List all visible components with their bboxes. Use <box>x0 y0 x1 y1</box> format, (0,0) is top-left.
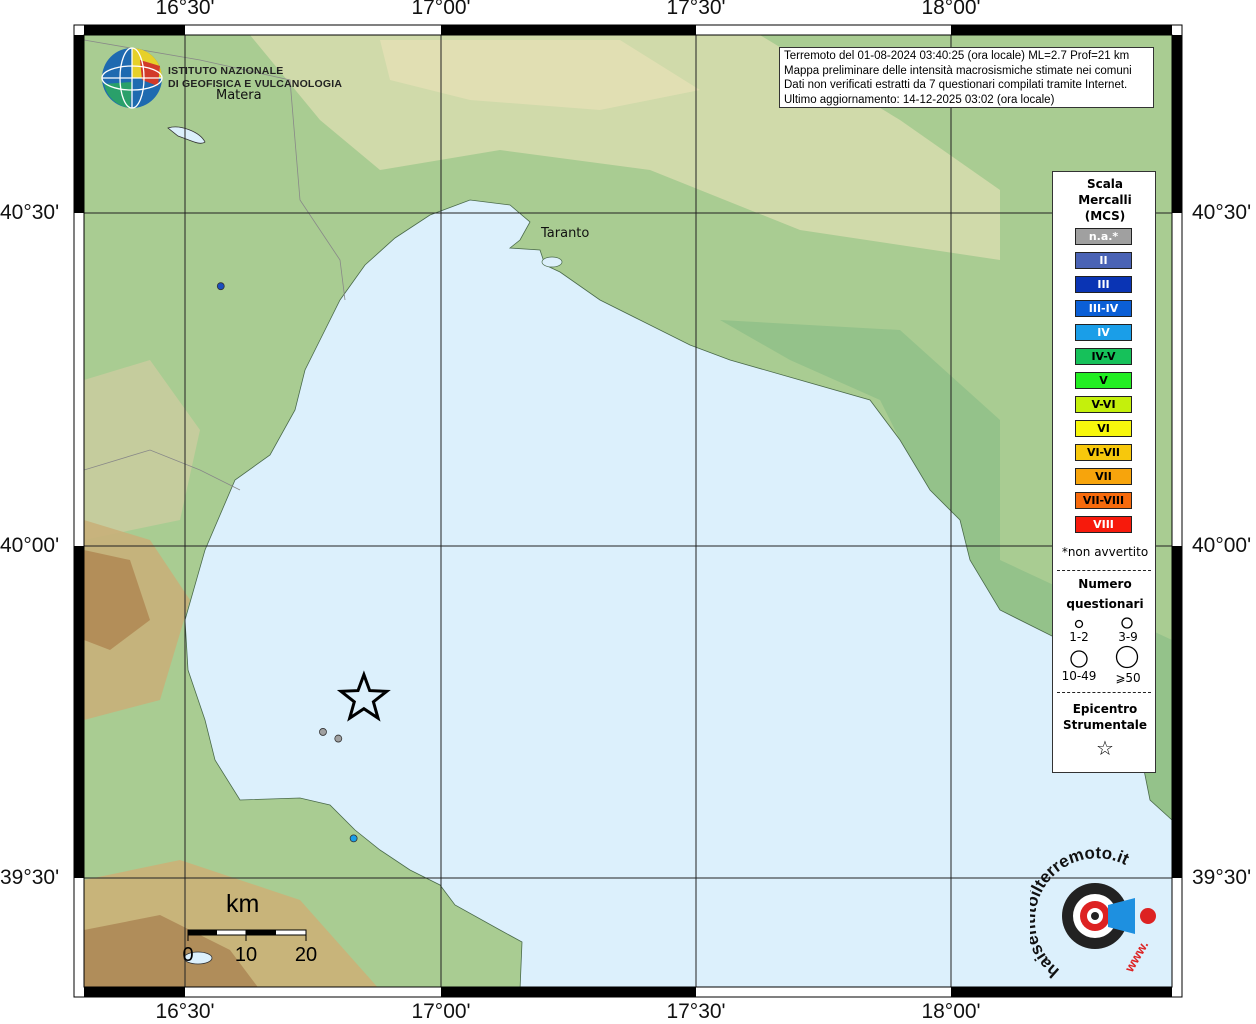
intensity-legend: Scala Mercalli (MCS) n.a.* II III III-IV IV I… <box>1052 171 1156 773</box>
legend-swatch-12: VIII <box>1075 516 1132 533</box>
legend-swatch-8: VI <box>1075 420 1132 437</box>
observation-point-1 <box>319 728 327 736</box>
legend-swatch-0: n.a.* <box>1075 228 1132 245</box>
info-line-4: Ultimo aggiornamento: 14-12-2025 03:02 (… <box>784 93 1055 106</box>
lat-label-right-1: 40°30' <box>1192 201 1252 224</box>
count-circle-3-9 <box>1121 617 1133 629</box>
info-line-2: Mappa preliminare delle intensità macros… <box>784 64 1132 77</box>
legend-count-title-1: Numero <box>1078 577 1132 591</box>
legend-count-title: Numero questionari <box>1053 574 1157 614</box>
count-label-1-2: 1-2 <box>1069 630 1089 644</box>
legend-count-title-2: questionari <box>1066 597 1144 611</box>
badge-url-text: www. <box>1121 938 1151 975</box>
lon-label-bottom-2: 17°00' <box>411 1000 471 1023</box>
scale-tick-0: 0 <box>182 944 194 966</box>
scale-tick-20: 20 <box>294 944 318 966</box>
legend-swatch-7: V-VI <box>1075 396 1132 413</box>
city-label-matera: Matera <box>216 88 262 103</box>
legend-swatch-11: VII-VIII <box>1075 492 1132 509</box>
legend-title-3: (MCS) <box>1084 209 1126 223</box>
lat-label-left-3: 39°30' <box>0 866 60 889</box>
lat-label-right-2: 40°00' <box>1192 534 1252 557</box>
legend-swatch-6: V <box>1075 372 1132 389</box>
legend-swatch-2: III <box>1075 276 1132 293</box>
logo-line-1: ISTITUTO NAZIONALE <box>168 65 284 77</box>
lat-label-left-1: 40°30' <box>0 201 60 224</box>
legend-epicenter-title-2: Strumentale <box>1062 718 1148 732</box>
info-line-1: Terremoto del 01-08-2024 03:40:25 (ora l… <box>784 50 1130 62</box>
legend-swatch-9: VI-VII <box>1075 444 1132 461</box>
info-line-3: Dati non verificati estratti da 7 questi… <box>784 79 1128 91</box>
count-circle-50 <box>1115 645 1139 669</box>
legend-title: Scala Mercalli (MCS) <box>1053 176 1157 224</box>
lon-label-bottom-1: 16°30' <box>155 1000 215 1023</box>
legend-separator-2 <box>1057 692 1151 693</box>
observation-point-2 <box>334 734 343 743</box>
count-label-10-49: 10-49 <box>1061 669 1097 683</box>
lon-label-top-4: 18°00' <box>921 0 981 19</box>
legend-swatch-1: II <box>1075 252 1132 269</box>
legend-swatch-4: IV <box>1075 324 1132 341</box>
legend-epicenter-title-1: Epicentro <box>1072 702 1138 716</box>
legend-swatch-3: III-IV <box>1075 300 1132 317</box>
badge-text: haisentitoilterremoto.it <box>1030 845 1132 981</box>
ingv-globe-icon <box>101 47 163 109</box>
mar-piccolo-lagoon <box>541 256 563 268</box>
count-label-50: ⩾50 <box>1115 671 1141 685</box>
legend-title-2: Mercalli <box>1078 193 1132 207</box>
observation-point-3 <box>349 834 358 843</box>
legend-swatch-10: VII <box>1075 468 1132 485</box>
legend-not-felt-note: *non avvertito <box>1061 545 1149 559</box>
count-circle-10-49 <box>1070 650 1088 668</box>
haisentito-badge-text: haisentitoilterremoto.it www. <box>1030 845 1151 981</box>
legend-title-1: Scala <box>1086 177 1124 191</box>
legend-star-icon: ☆ <box>1096 736 1114 760</box>
count-circle-1-2 <box>1074 619 1084 629</box>
legend-epicenter-title: Epicentro Strumentale <box>1053 701 1157 733</box>
lat-label-right-3: 39°30' <box>1192 866 1252 889</box>
legend-separator-1 <box>1057 570 1151 571</box>
lat-label-left-2: 40°00' <box>0 534 60 557</box>
scale-bar-title: km <box>226 890 260 918</box>
lon-label-bottom-4: 18°00' <box>921 1000 981 1023</box>
legend-swatch-5: IV-V <box>1075 348 1132 365</box>
city-label-taranto: Taranto <box>541 226 590 241</box>
lon-label-bottom-3: 17°30' <box>666 1000 726 1023</box>
event-info-box: Terremoto del 01-08-2024 03:40:25 (ora l… <box>779 47 1154 108</box>
lon-label-top-3: 17°30' <box>666 0 726 19</box>
count-label-3-9: 3-9 <box>1118 630 1138 644</box>
observation-point-0 <box>216 282 225 291</box>
lon-label-top-1: 16°30' <box>155 0 215 19</box>
scale-tick-10: 10 <box>234 944 258 966</box>
lon-label-top-2: 17°00' <box>411 0 471 19</box>
